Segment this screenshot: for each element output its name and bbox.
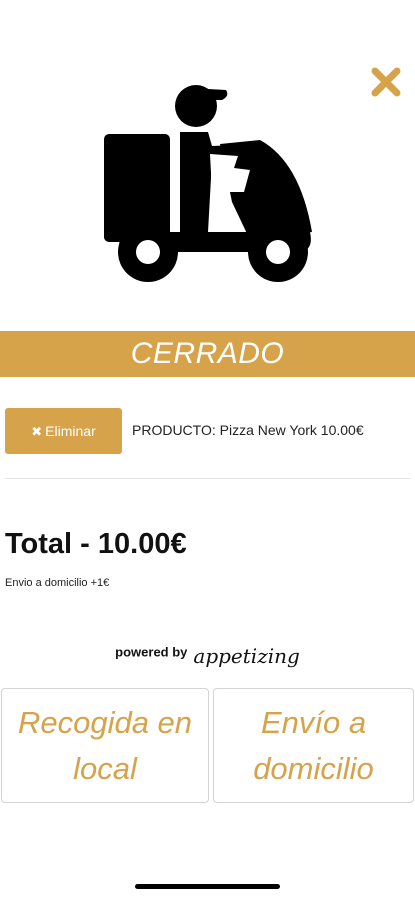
remove-button-label: Eliminar	[45, 423, 96, 439]
pickup-option-button[interactable]: Recogida en local	[1, 688, 209, 803]
shipping-note: Envio a domicilio +1€	[5, 577, 110, 589]
status-banner: CERRADO	[0, 331, 415, 377]
delivery-option-button[interactable]: Envío a domicilio	[213, 688, 414, 803]
brand-logo: appetizing	[193, 644, 300, 668]
delivery-option-label: Envío a domicilio	[253, 704, 374, 786]
delivery-scooter-icon	[104, 85, 312, 282]
powered-by: powered by appetizing	[0, 640, 415, 668]
close-button[interactable]	[366, 62, 406, 102]
order-total: Total - 10.00€	[5, 528, 187, 560]
pickup-option-label: Recogida en local	[17, 704, 193, 786]
close-icon	[371, 67, 401, 97]
cart-item-row: ✖ Eliminar PRODUCTO: Pizza New York 10.00…	[0, 408, 415, 456]
divider	[5, 478, 410, 479]
remove-button[interactable]: ✖ Eliminar	[5, 408, 122, 454]
x-icon: ✖	[31, 424, 43, 439]
product-description: PRODUCTO: Pizza New York 10.00€	[132, 422, 364, 438]
home-indicator[interactable]	[135, 884, 280, 889]
powered-by-label: powered by	[115, 644, 188, 660]
